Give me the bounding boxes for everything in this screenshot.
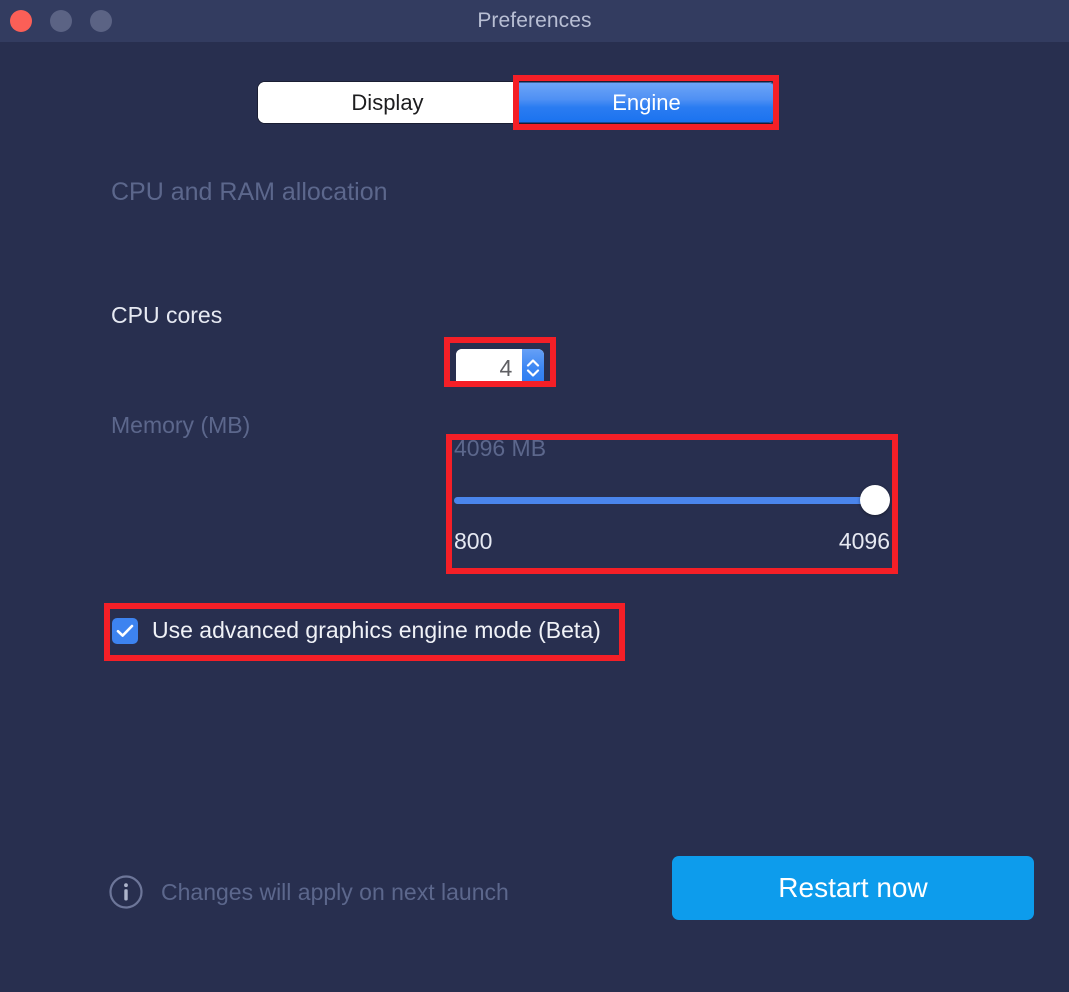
- info-icon: [108, 874, 144, 910]
- cpu-cores-stepper[interactable]: [456, 349, 544, 387]
- preferences-content: Display Engine CPU and RAM allocation CP…: [0, 42, 1069, 992]
- memory-max-label: 4096: [838, 528, 890, 554]
- memory-slider-thumb[interactable]: [860, 485, 890, 515]
- tab-display[interactable]: Display: [258, 82, 517, 123]
- minimize-window-icon[interactable]: [50, 10, 72, 32]
- tab-engine[interactable]: Engine: [517, 82, 776, 123]
- memory-slider-group: 4096 MB 800 4096: [454, 435, 890, 571]
- memory-label: Memory (MB): [111, 412, 251, 438]
- memory-slider-fill: [454, 497, 875, 504]
- close-window-icon[interactable]: [10, 10, 32, 32]
- tab-bar: Display Engine: [258, 82, 776, 123]
- memory-slider[interactable]: [454, 485, 890, 515]
- chevron-down-icon[interactable]: [526, 369, 540, 377]
- chevron-up-icon[interactable]: [526, 359, 540, 367]
- memory-slider-range-labels: 800 4096: [454, 528, 890, 555]
- memory-value-readout: 4096 MB: [454, 435, 547, 461]
- zoom-window-icon[interactable]: [90, 10, 112, 32]
- cpu-cores-stepper-buttons[interactable]: [522, 349, 544, 387]
- section-heading-cpu-ram: CPU and RAM allocation: [111, 178, 388, 206]
- memory-min-label: 800: [454, 528, 493, 554]
- footer-note: Changes will apply on next launch: [108, 874, 509, 910]
- cpu-cores-input[interactable]: [456, 349, 523, 387]
- check-icon: [116, 624, 134, 637]
- advanced-graphics-label[interactable]: Use advanced graphics engine mode (Beta): [152, 617, 601, 644]
- advanced-graphics-row[interactable]: Use advanced graphics engine mode (Beta): [112, 617, 601, 644]
- advanced-graphics-checkbox[interactable]: [112, 617, 138, 644]
- footer-note-text: Changes will apply on next launch: [161, 878, 509, 905]
- cpu-cores-label: CPU cores: [111, 302, 223, 328]
- window-titlebar: Preferences: [0, 0, 1069, 42]
- restart-now-button[interactable]: Restart now: [672, 856, 1034, 920]
- traffic-light-group: [10, 0, 112, 42]
- window-title: Preferences: [477, 9, 592, 32]
